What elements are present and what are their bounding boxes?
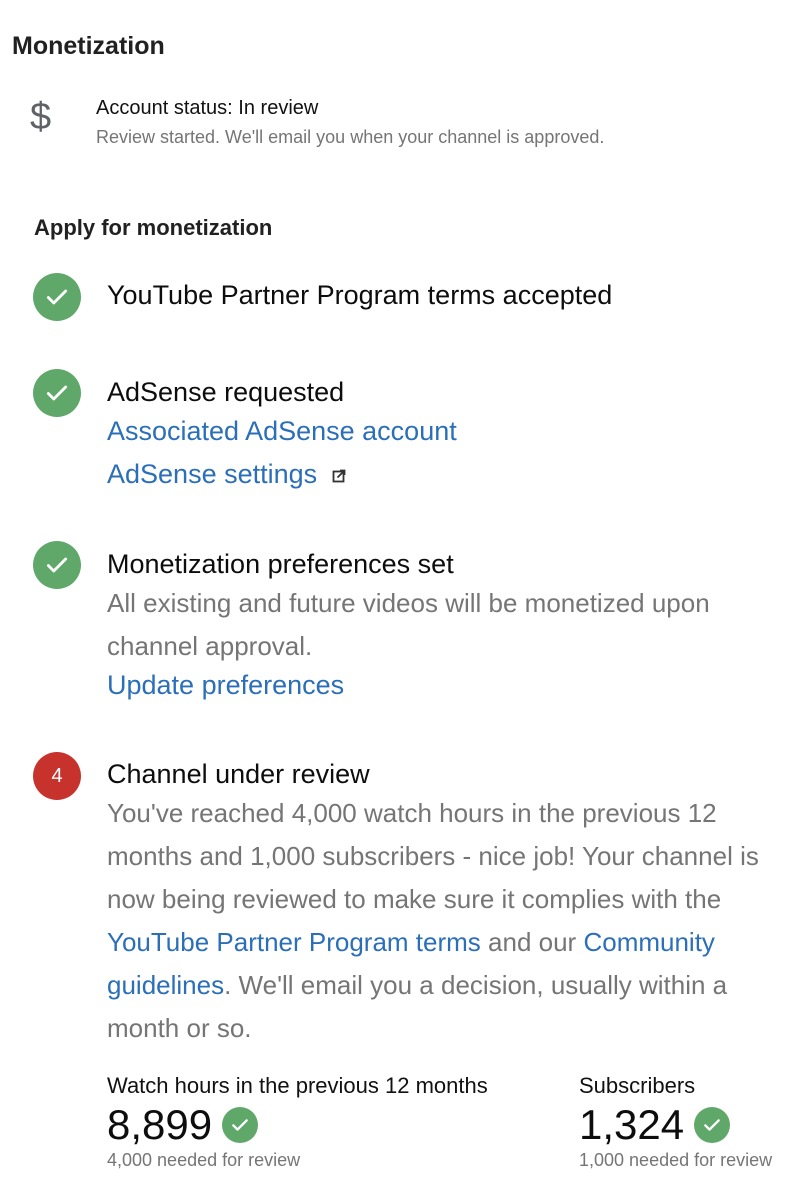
step-2-title: AdSense requested [107, 377, 345, 407]
page-title: Monetization [12, 32, 165, 60]
subscribers-check-icon [694, 1107, 731, 1143]
step-4-description: You've reached 4,000 watch hours in the … [107, 792, 803, 1050]
watch-hours-value: 8,899 [107, 1101, 213, 1148]
watch-hours-value-row: 8,899 [107, 1101, 259, 1148]
watch-hours-check-icon [222, 1107, 259, 1143]
step-3-description: All existing and future videos will be m… [107, 582, 710, 668]
external-link-icon[interactable] [332, 469, 346, 488]
account-status-title: Account status: In review [96, 97, 319, 119]
watch-hours-requirement: 4,000 needed for review [107, 1150, 301, 1170]
step-4-description-line: now being reviewed to make sure it compl… [107, 884, 722, 914]
step-3-title: Monetization preferences set [107, 549, 454, 579]
step-4-number-badge: 4 [33, 752, 81, 800]
step-4-title: Channel under review [107, 759, 370, 789]
subscribers-requirement: 1,000 needed for review [579, 1150, 773, 1170]
step-3-check-icon [33, 541, 81, 589]
subscribers-value-row: 1,324 [579, 1101, 731, 1148]
update-preferences-link[interactable]: Update preferences [107, 670, 344, 701]
subscribers-label: Subscribers [579, 1073, 696, 1098]
community-guidelines-link-continued[interactable]: guidelines [107, 970, 224, 1000]
subscribers-value: 1,324 [579, 1101, 685, 1148]
step-4-text-fragment: . We'll email you a decision, usually wi… [224, 970, 728, 1000]
adsense-settings-link[interactable]: AdSense settings [107, 459, 317, 489]
step-1-check-icon [33, 273, 81, 321]
community-guidelines-link[interactable]: Community [583, 927, 714, 957]
step-1-title: YouTube Partner Program terms accepted [107, 280, 613, 310]
ypp-terms-link[interactable]: YouTube Partner Program terms [107, 927, 481, 957]
step-4-description-line: month or so. [107, 1013, 252, 1043]
step-3-description-line: All existing and future videos will be m… [107, 588, 710, 618]
associated-adsense-account-link[interactable]: Associated AdSense account [107, 416, 457, 447]
step-4-text-fragment: and our [480, 927, 584, 957]
step-3-description-line: channel approval. [107, 631, 313, 661]
apply-heading: Apply for monetization [34, 215, 273, 240]
step-4-description-line: months and 1,000 subscribers - nice job!… [107, 841, 759, 871]
step-4-description-line: guidelines. We'll email you a decision, … [107, 964, 803, 1007]
step-2-check-icon [33, 369, 81, 417]
watch-hours-label: Watch hours in the previous 12 months [107, 1073, 488, 1098]
dollar-icon: $ [30, 96, 52, 138]
account-status-description: Review started. We'll email you when you… [96, 127, 605, 147]
step-4-description-line: You've reached 4,000 watch hours in the … [107, 798, 717, 828]
step-4-description-line: YouTube Partner Program terms and our Co… [107, 921, 803, 964]
adsense-settings-row[interactable]: AdSense settings [107, 459, 346, 490]
